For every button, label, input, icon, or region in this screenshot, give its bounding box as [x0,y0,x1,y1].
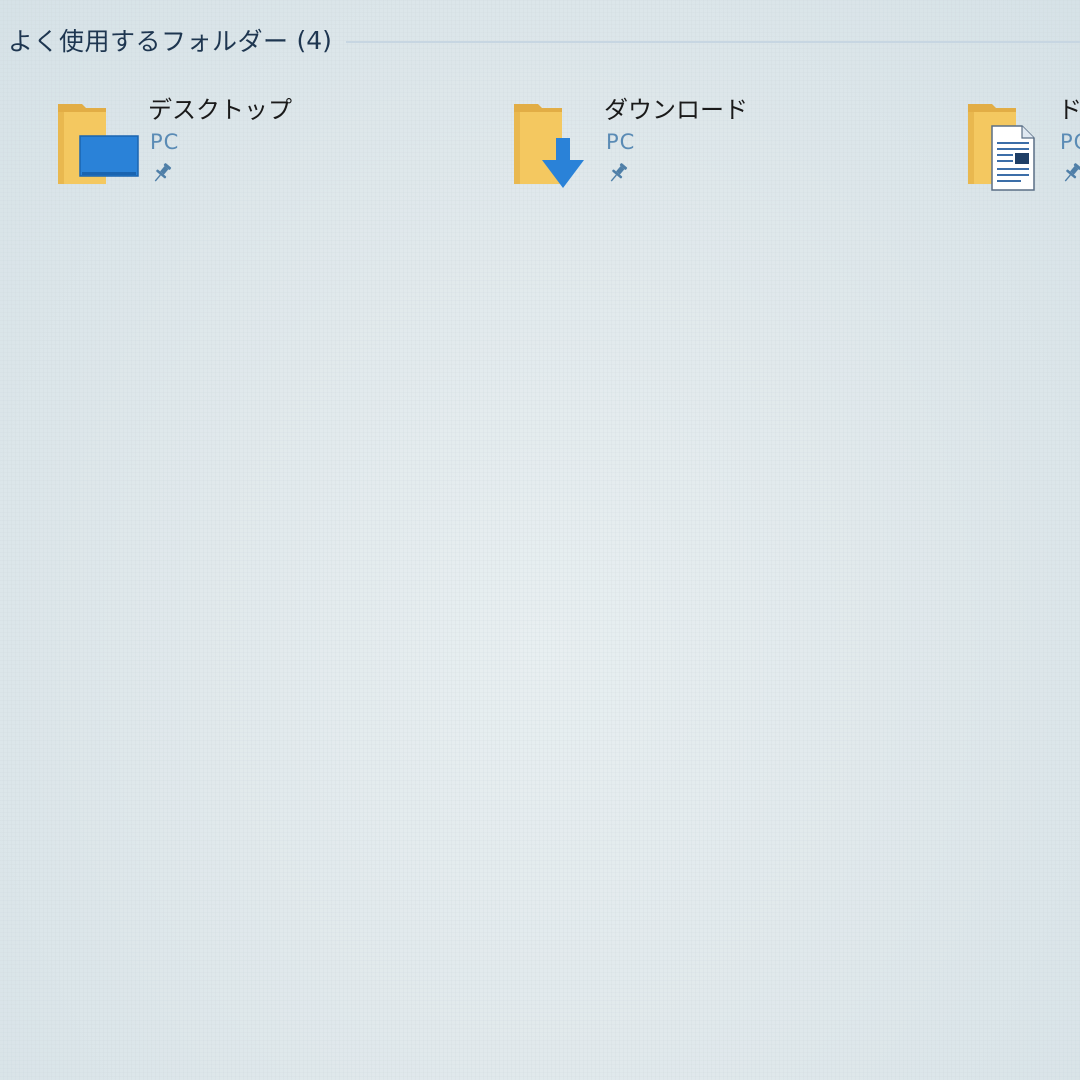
pin-icon[interactable] [608,162,628,184]
folder-location: PC [1060,130,1080,154]
pin-icon[interactable] [152,162,172,184]
desktop-folder-icon [58,104,139,184]
folder-name: ド [1058,96,1080,124]
section-title: よく使用するフォルダー [8,27,289,56]
downloads-folder-icon [514,104,584,188]
frequent-folders-header[interactable]: よく使用するフォルダー (4) [8,18,1080,62]
folder-name: ダウンロード [604,96,748,124]
folder-location: PC [606,130,636,154]
folder-location: PC [150,130,180,154]
folder-tile-downloads[interactable]: ダウンロード PC [512,86,952,196]
folder-tile-desktop[interactable]: デスクトップ PC [56,86,496,196]
section-count: (4) [296,25,332,55]
folder-name: デスクトップ [148,96,292,124]
frequent-folders-list: デスクトップ PC ダウンロード PC ド P [0,86,1080,206]
pin-icon[interactable] [1062,162,1080,184]
folder-tile-documents[interactable]: ド PC [966,86,1080,196]
section-divider [345,41,1080,43]
documents-folder-icon [968,104,1035,191]
